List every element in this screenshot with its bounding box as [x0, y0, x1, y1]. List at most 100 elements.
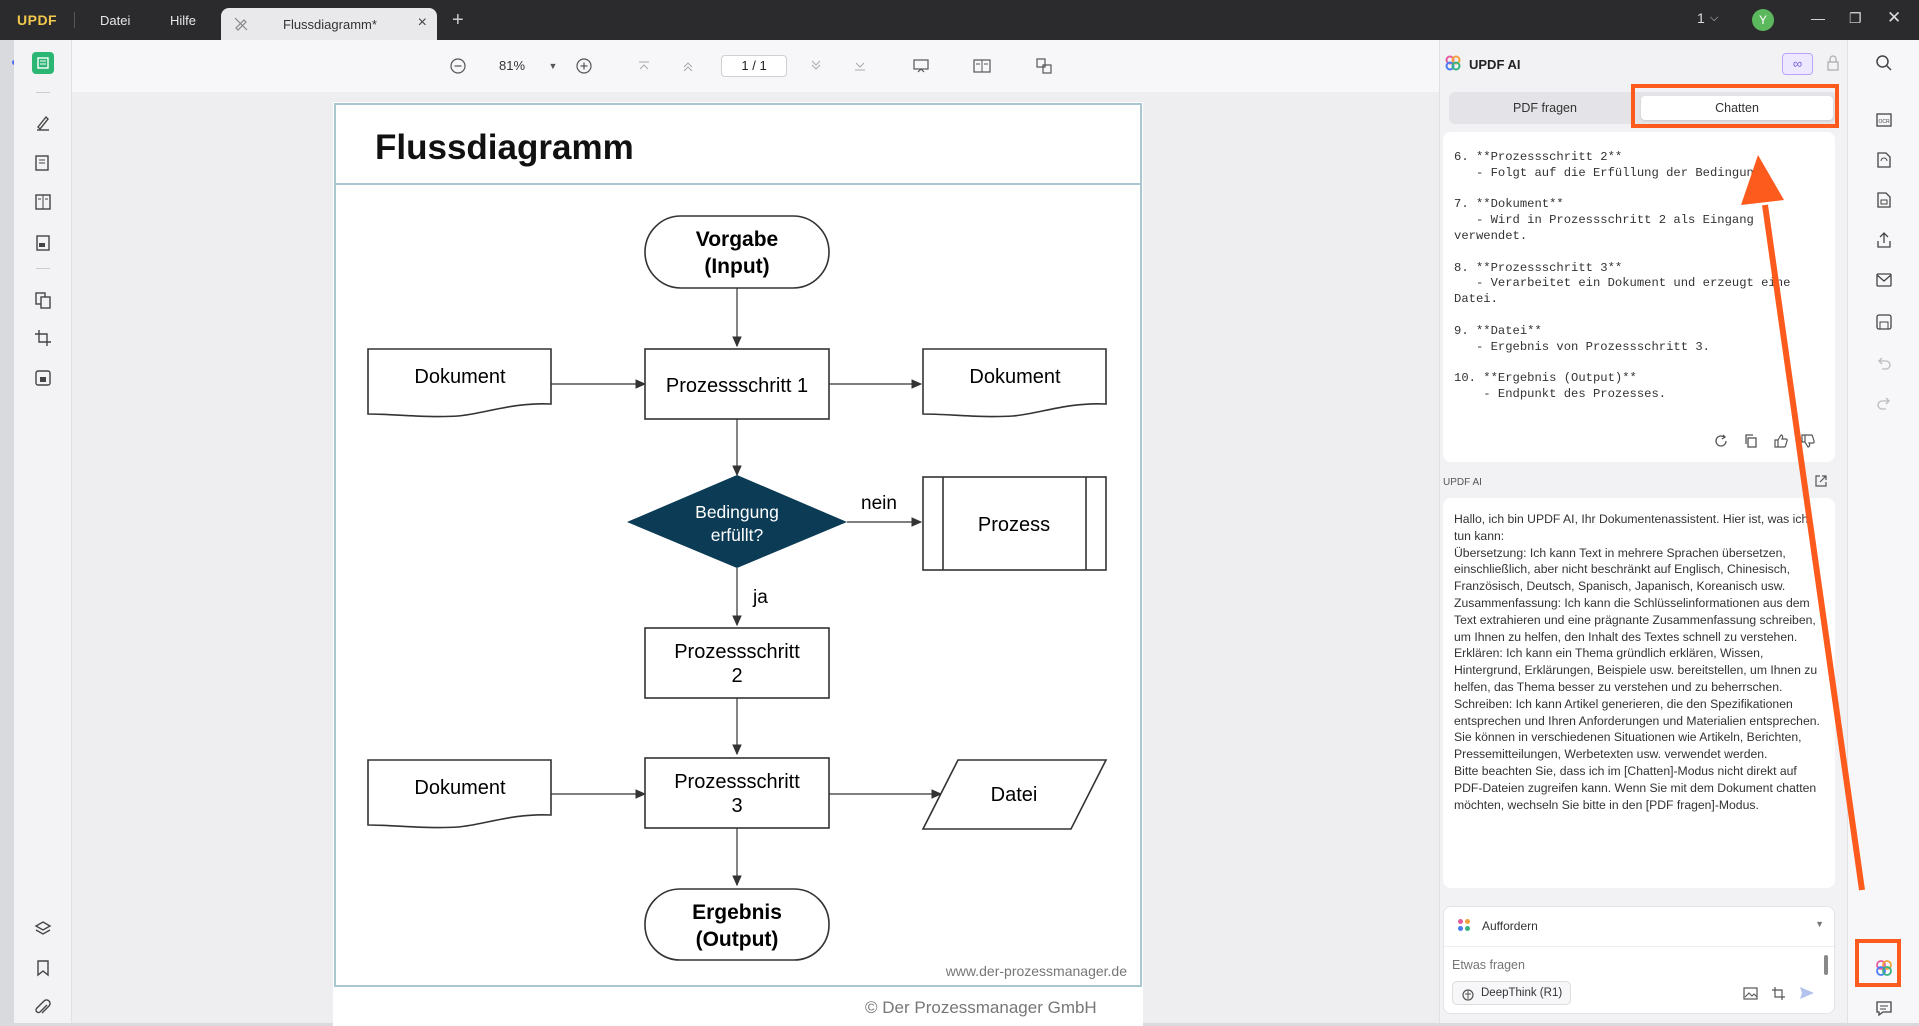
close-window-icon[interactable]: ✕: [1887, 8, 1901, 28]
undo-icon[interactable]: [1874, 353, 1894, 373]
new-tab-button[interactable]: +: [452, 9, 464, 32]
prompt-selector[interactable]: Auffordern: [1482, 919, 1538, 933]
thumbs-up-icon[interactable]: [1773, 433, 1789, 449]
right-toolbar: OCR: [1847, 40, 1919, 1023]
lock-icon[interactable]: [1826, 54, 1840, 72]
open-external-icon[interactable]: [1814, 474, 1828, 488]
ai-response-text: 6. **Prozessschritt 2** - Folgt auf die …: [1454, 150, 1791, 401]
reader-mode-icon[interactable]: [32, 52, 54, 74]
ocr-icon[interactable]: OCR: [1874, 110, 1894, 130]
deepthink-toggle[interactable]: DeepThink (R1): [1452, 981, 1571, 1005]
divider: [1444, 946, 1834, 947]
batch-pdf-icon[interactable]: [1874, 190, 1894, 210]
minimize-icon[interactable]: —: [1811, 10, 1825, 26]
ai-intro-text: Hallo, ich bin UPDF AI, Ihr Dokumentenas…: [1454, 511, 1828, 813]
scrollbar[interactable]: [1824, 955, 1828, 975]
process-step-1-label: Prozessschritt 1: [666, 375, 808, 397]
svg-text:OCR: OCR: [1878, 119, 1890, 125]
copy-icon[interactable]: [1743, 433, 1759, 449]
previous-page-icon[interactable]: [678, 56, 698, 76]
highlight-box-chatten: [1631, 84, 1839, 128]
page-count-indicator[interactable]: 1: [1697, 10, 1705, 26]
updf-ai-logo-icon: [1445, 55, 1461, 71]
redo-icon[interactable]: [1874, 393, 1894, 413]
protect-pdf-icon[interactable]: [32, 367, 54, 389]
last-page-icon[interactable]: [850, 56, 870, 76]
search-icon[interactable]: [1874, 53, 1894, 73]
document-label-1: Dokument: [414, 366, 506, 388]
end-label-1: Ergebnis: [692, 901, 782, 924]
ai-panel-title: UPDF AI: [1469, 57, 1521, 72]
process-label: Prozess: [978, 514, 1050, 536]
chat-input[interactable]: [1452, 954, 1812, 976]
page-separator: /: [752, 58, 756, 73]
copyright: © Der Prozessmanager GmbH: [865, 998, 1097, 1017]
send-icon[interactable]: [1799, 985, 1815, 1001]
decision-label-2: erfüllt?: [711, 525, 764, 545]
tab-pdf-fragen[interactable]: PDF fragen: [1453, 96, 1637, 120]
title-bar: UPDF Datei Hilfe Flussdiagramm* × + 1 ⌵ …: [0, 0, 1919, 40]
website-url: www.der-prozessmanager.de: [945, 963, 1128, 979]
menu-datei[interactable]: Datei: [100, 13, 130, 28]
thumbs-down-icon[interactable]: [1800, 433, 1816, 449]
organize-pages-icon[interactable]: [32, 289, 54, 311]
chevron-down-icon[interactable]: ⌵: [1710, 12, 1718, 25]
document-title: Flussdiagramm: [375, 128, 634, 167]
attachment-icon[interactable]: [32, 997, 54, 1019]
convert-pdf-icon[interactable]: [1874, 150, 1894, 170]
zoom-out-icon[interactable]: [448, 56, 468, 76]
image-upload-icon[interactable]: [1743, 986, 1758, 1001]
zoom-dropdown-icon[interactable]: ▼: [543, 56, 563, 76]
share-icon[interactable]: [1874, 230, 1894, 250]
intro-paragraph: Übersetzung: Ich kann Text in mehrere Sp…: [1454, 545, 1791, 594]
page-number-field[interactable]: 1 / 1: [721, 55, 787, 77]
intro-paragraph: Erklären: Ich kann ein Thema gründlich e…: [1454, 646, 1818, 694]
start-label-2: (Input): [704, 255, 769, 278]
regenerate-icon[interactable]: [1713, 433, 1729, 449]
restore-icon[interactable]: ❐: [1849, 10, 1862, 27]
chevron-down-icon[interactable]: ▼: [1815, 919, 1824, 929]
page-display-icon[interactable]: [972, 56, 992, 76]
first-page-icon[interactable]: [634, 56, 654, 76]
form-tool-icon[interactable]: [32, 232, 54, 254]
avatar[interactable]: Y: [1752, 9, 1774, 31]
close-tab-icon[interactable]: ×: [418, 14, 427, 32]
process-step-2: [644, 627, 830, 699]
save-icon[interactable]: [1874, 312, 1894, 332]
intro-paragraph: Schreiben: Ich kann Artikel generieren, …: [1454, 696, 1820, 762]
comment-list-icon[interactable]: [1874, 998, 1894, 1018]
bookmark-icon[interactable]: [32, 957, 54, 979]
process-step-2-label-1: Prozessschritt: [674, 641, 800, 663]
process-step-2-label-2: 2: [731, 665, 742, 687]
presentation-icon[interactable]: [911, 56, 931, 76]
document-tab[interactable]: Flussdiagramm* ×: [221, 8, 437, 40]
process-step-3-label-1: Prozessschritt: [674, 771, 800, 793]
next-page-icon[interactable]: [806, 56, 826, 76]
file-label: Datei: [991, 784, 1038, 806]
decision-label-1: Bedingung: [695, 502, 779, 522]
zoom-level[interactable]: 81%: [499, 58, 525, 73]
screenshot-crop-icon[interactable]: [1771, 986, 1786, 1001]
intro-paragraph: Hallo, ich bin UPDF AI, Ihr Dokumentenas…: [1454, 512, 1809, 543]
total-pages: 1: [759, 58, 767, 73]
zoom-in-icon[interactable]: [574, 56, 594, 76]
crop-page-icon[interactable]: [32, 327, 54, 349]
divider: [36, 268, 50, 269]
current-page: 1: [741, 58, 749, 73]
yes-label: ja: [752, 587, 768, 608]
ai-response-card: 6. **Prozessschritt 2** - Folgt auf die …: [1443, 132, 1835, 462]
divider: [36, 92, 50, 93]
layers-icon[interactable]: [32, 917, 54, 939]
process-step-3-label-2: 3: [731, 795, 742, 817]
page-layout-icon[interactable]: [32, 191, 54, 213]
email-icon[interactable]: [1874, 270, 1894, 290]
edit-pdf-icon[interactable]: [32, 152, 54, 174]
comment-tool-icon[interactable]: [32, 111, 54, 133]
process-step-3: [644, 757, 830, 829]
intro-paragraph: Bitte beachten Sie, dass ich im [Chatten…: [1454, 763, 1817, 812]
ai-message-label: UPDF AI: [1443, 477, 1482, 488]
menu-hilfe[interactable]: Hilfe: [170, 13, 196, 28]
infinity-credits-icon[interactable]: ∞: [1782, 53, 1813, 75]
no-label: nein: [861, 493, 897, 514]
compare-icon[interactable]: [1034, 56, 1054, 76]
